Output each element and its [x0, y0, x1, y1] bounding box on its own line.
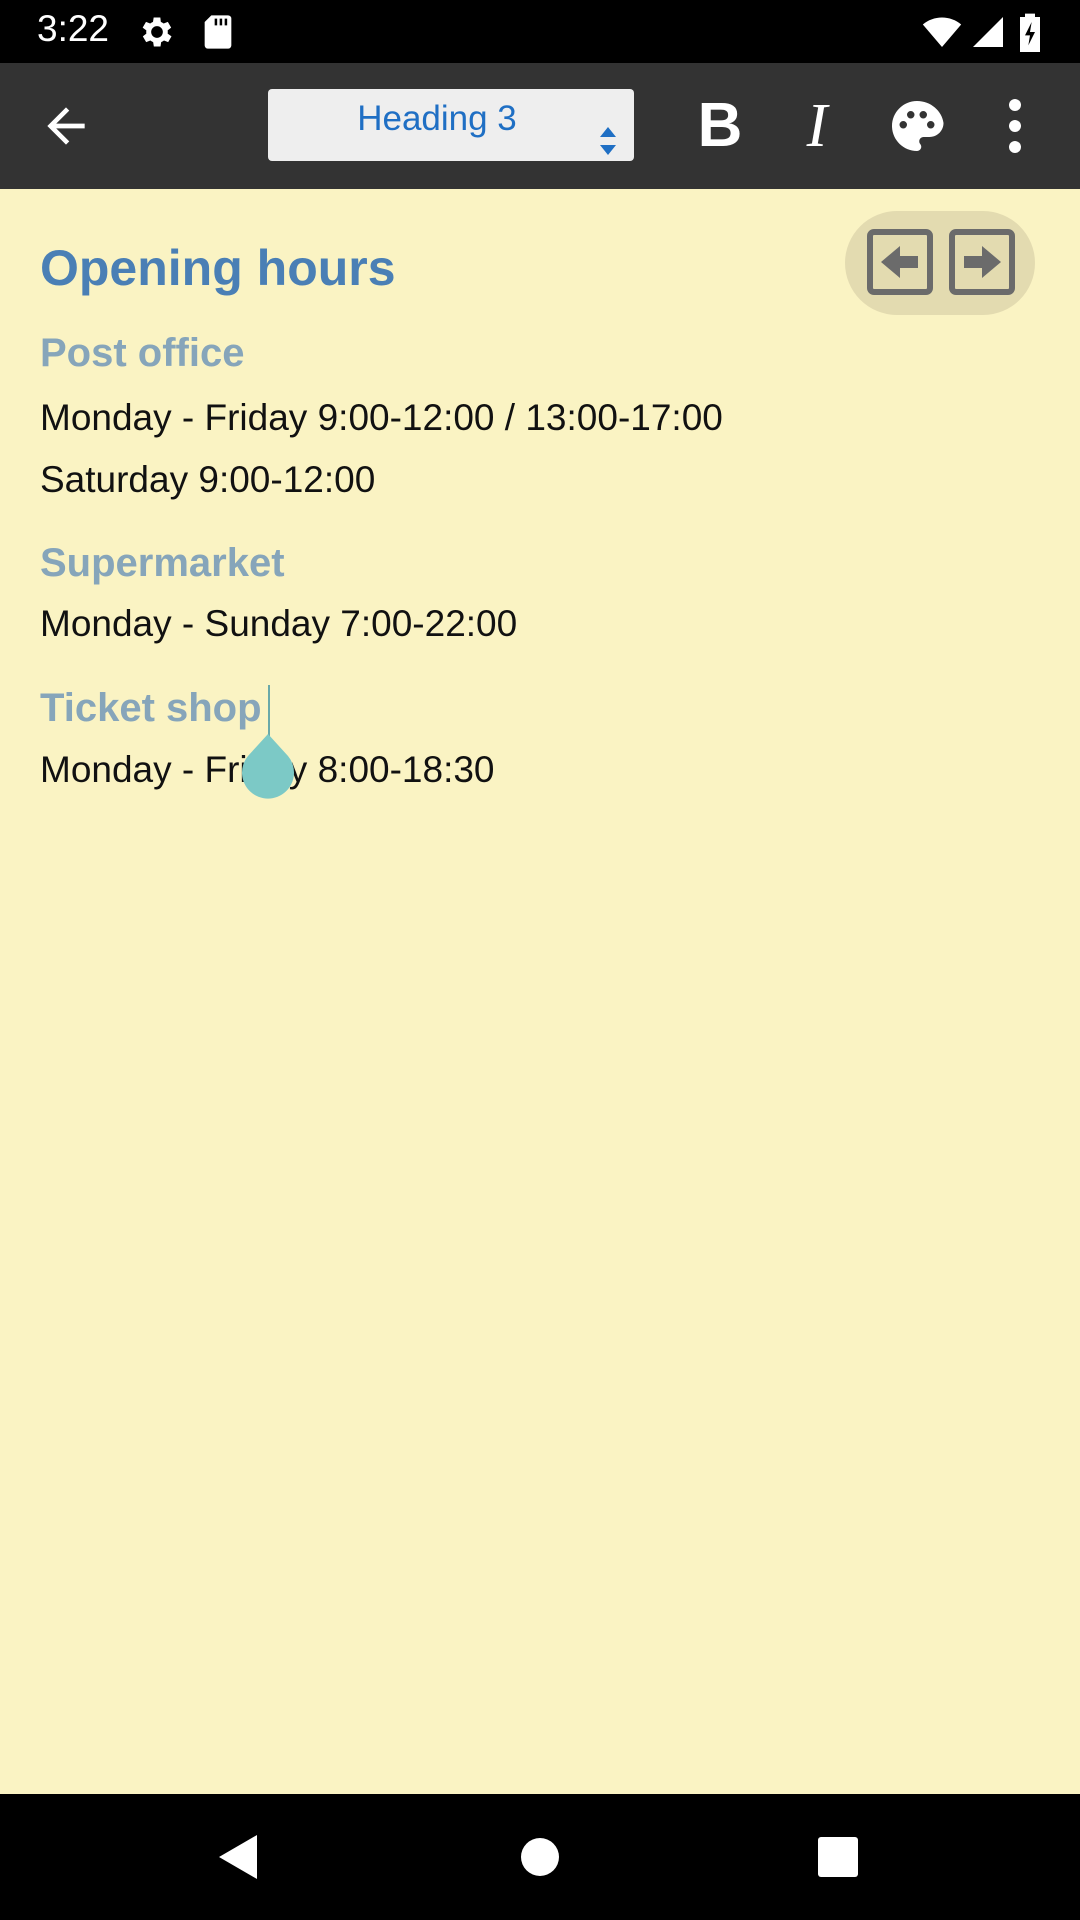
nav-back-button[interactable] [178, 1794, 298, 1920]
nav-home-button[interactable] [480, 1794, 600, 1920]
editor-toolbar: Heading 3 B I [0, 63, 1080, 189]
section-line[interactable]: Monday - Friday 9:00-12:00 / 13:00-17:00 [40, 397, 723, 439]
back-triangle-icon [219, 1835, 257, 1879]
arrow-right-box-icon [949, 229, 1015, 295]
section-heading[interactable]: Supermarket [40, 541, 285, 586]
cell-signal-icon [970, 12, 1006, 52]
gear-icon [137, 12, 177, 52]
nav-recents-button[interactable] [778, 1794, 898, 1920]
document-editor[interactable]: Opening hours Post office Monday - Frida… [0, 189, 1080, 1794]
sd-card-icon [198, 12, 238, 52]
italic-icon: I [806, 92, 828, 160]
paragraph-style-select[interactable]: Heading 3 [268, 89, 634, 161]
section-line[interactable]: Monday - Sunday 7:00-22:00 [40, 603, 517, 645]
section-line[interactable]: Saturday 9:00-12:00 [40, 459, 375, 501]
status-time: 3:22 [37, 8, 110, 49]
more-options-button[interactable] [985, 63, 1045, 189]
select-arrows-icon [600, 127, 616, 155]
italic-button[interactable]: I [777, 63, 857, 189]
wifi-icon [918, 12, 966, 52]
undo-button[interactable] [867, 229, 933, 295]
redo-button[interactable] [949, 229, 1015, 295]
paragraph-style-value: Heading 3 [357, 99, 517, 138]
undo-redo-pill [845, 211, 1035, 315]
text-cursor [268, 685, 270, 737]
document-title[interactable]: Opening hours [40, 239, 396, 297]
status-bar: 3:22 [0, 0, 1080, 63]
section-heading[interactable]: Post office [40, 331, 244, 376]
battery-charging-icon [1015, 12, 1045, 52]
cursor-handle-icon[interactable] [240, 734, 296, 800]
home-circle-icon [521, 1838, 559, 1876]
palette-icon [892, 101, 944, 151]
recents-square-icon [818, 1837, 858, 1877]
arrow-left-box-icon [867, 229, 933, 295]
arrow-left-icon [47, 107, 85, 145]
section-heading[interactable]: Ticket shop [40, 686, 262, 731]
bold-button[interactable]: B [680, 63, 760, 189]
bold-icon: B [697, 91, 743, 160]
color-palette-button[interactable] [877, 63, 957, 189]
more-vert-icon [1009, 99, 1021, 153]
back-button[interactable] [26, 63, 106, 189]
system-navigation-bar [0, 1794, 1080, 1920]
